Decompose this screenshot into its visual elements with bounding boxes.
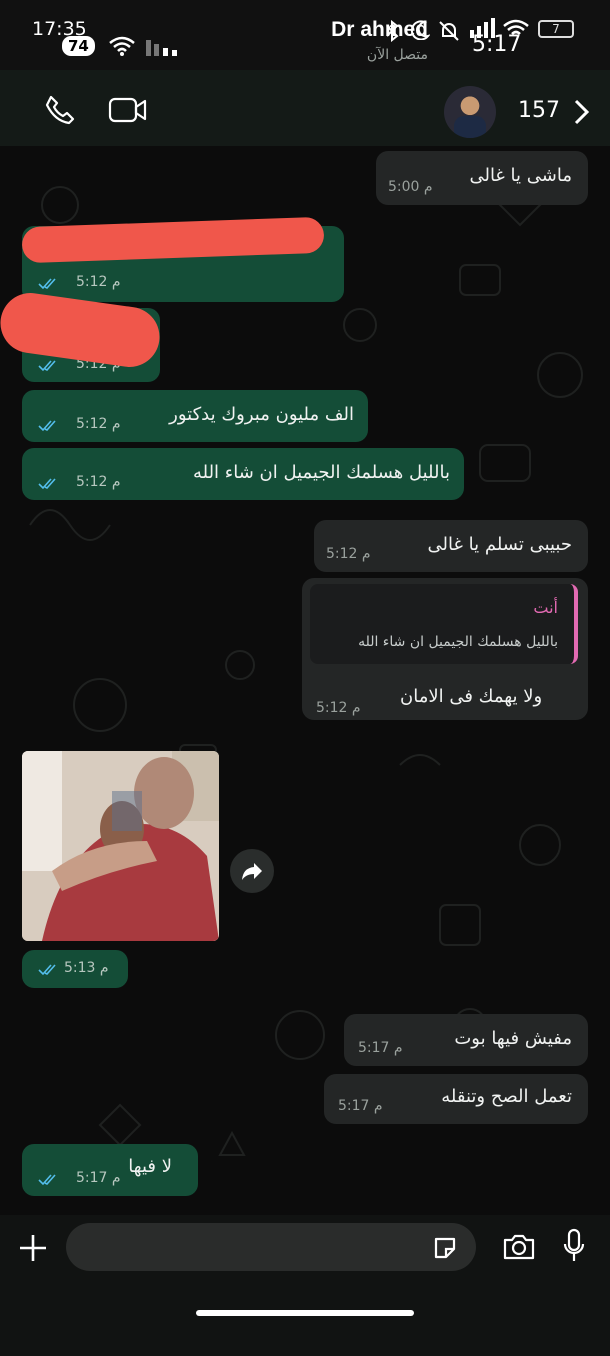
message-text: مفيش فيها بوت	[454, 1028, 572, 1049]
read-receipt-icon	[38, 964, 56, 976]
message-time: 5:12 م	[316, 700, 361, 716]
message-time: 5:13 م	[64, 960, 109, 976]
message-text: لا فيها	[128, 1156, 172, 1177]
video-call-icon[interactable]	[108, 96, 148, 124]
message-input[interactable]	[66, 1223, 476, 1271]
camera-icon[interactable]	[502, 1233, 536, 1261]
read-receipt-icon	[38, 420, 56, 432]
forward-icon	[242, 863, 262, 880]
muted-bell-icon	[439, 21, 459, 41]
plus-icon[interactable]	[18, 1233, 48, 1263]
sticker-icon[interactable]	[432, 1235, 458, 1261]
message-text: ولا يهمك فى الامان	[400, 686, 543, 707]
contact-status: متصل الآن	[366, 47, 428, 63]
message-bubble-outgoing[interactable]: بالليل هسلمك الجيميل ان شاء الله 5:12 م	[22, 448, 464, 500]
battery-icon: 7	[538, 20, 574, 38]
message-time: 5:12 م	[326, 546, 371, 562]
message-bubble-incoming[interactable]: مفيش فيها بوت 5:17 م	[344, 1014, 588, 1066]
message-bubble-incoming[interactable]: ماشى يا غالى 5:00 م	[376, 151, 588, 205]
phone-call-icon[interactable]	[44, 94, 76, 126]
message-bubble-incoming[interactable]: حبيبى تسلم يا غالى 5:12 م	[314, 520, 588, 572]
message-bubble-incoming[interactable]: تعمل الصح وتنقله 5:17 م	[324, 1074, 588, 1124]
contact-avatar[interactable]	[444, 86, 496, 138]
quoted-message[interactable]: أنت بالليل هسلمك الجيميل ان شاء الله	[310, 584, 578, 664]
contact-name[interactable]: Dr ahmed	[331, 18, 428, 42]
message-text: تعمل الصح وتنقله	[441, 1086, 572, 1107]
read-receipt-icon	[38, 360, 56, 372]
message-time: 5:17 م	[76, 1170, 121, 1186]
message-bubble-outgoing[interactable]: الف مليون مبروك يدكتور 5:12 م	[22, 390, 368, 442]
home-indicator[interactable]	[196, 1310, 414, 1316]
message-time: 5:17 م	[338, 1098, 383, 1114]
quoted-text: بالليل هسلمك الجيميل ان شاء الله	[358, 634, 558, 650]
message-text: ماشى يا غالى	[469, 165, 572, 186]
message-time: 5:00 م	[388, 179, 433, 195]
signal-icon	[146, 40, 177, 56]
message-time: 5:12 م	[76, 474, 121, 490]
wifi-icon	[109, 36, 135, 56]
message-time: 5:17 م	[358, 1040, 403, 1056]
message-text: حبيبى تسلم يا غالى	[427, 534, 572, 555]
message-bubble-outgoing[interactable]: لا فيها 5:17 م	[22, 1144, 198, 1196]
message-text: بالليل هسلمك الجيميل ان شاء الله	[192, 462, 450, 483]
read-receipt-icon	[38, 278, 56, 290]
forward-button[interactable]	[230, 849, 274, 893]
status-time-secondary: 5:17	[472, 32, 522, 57]
chevron-right-icon[interactable]	[572, 98, 592, 126]
message-bubble-outgoing[interactable]: 5:13 م	[22, 950, 128, 988]
read-receipt-icon	[38, 478, 56, 490]
notification-badge: 74	[62, 36, 95, 56]
message-time: 5:12 م	[76, 416, 121, 432]
read-receipt-icon	[38, 1174, 56, 1186]
quoted-author: أنت	[533, 598, 558, 617]
shared-photo[interactable]	[22, 751, 219, 941]
microphone-icon[interactable]	[562, 1228, 586, 1264]
unread-count[interactable]: 157	[518, 98, 560, 123]
message-text: الف مليون مبروك يدكتور	[169, 404, 354, 425]
status-bar: 17:35 74 5:17 7	[0, 0, 610, 70]
message-time: 5:12 م	[76, 274, 121, 290]
